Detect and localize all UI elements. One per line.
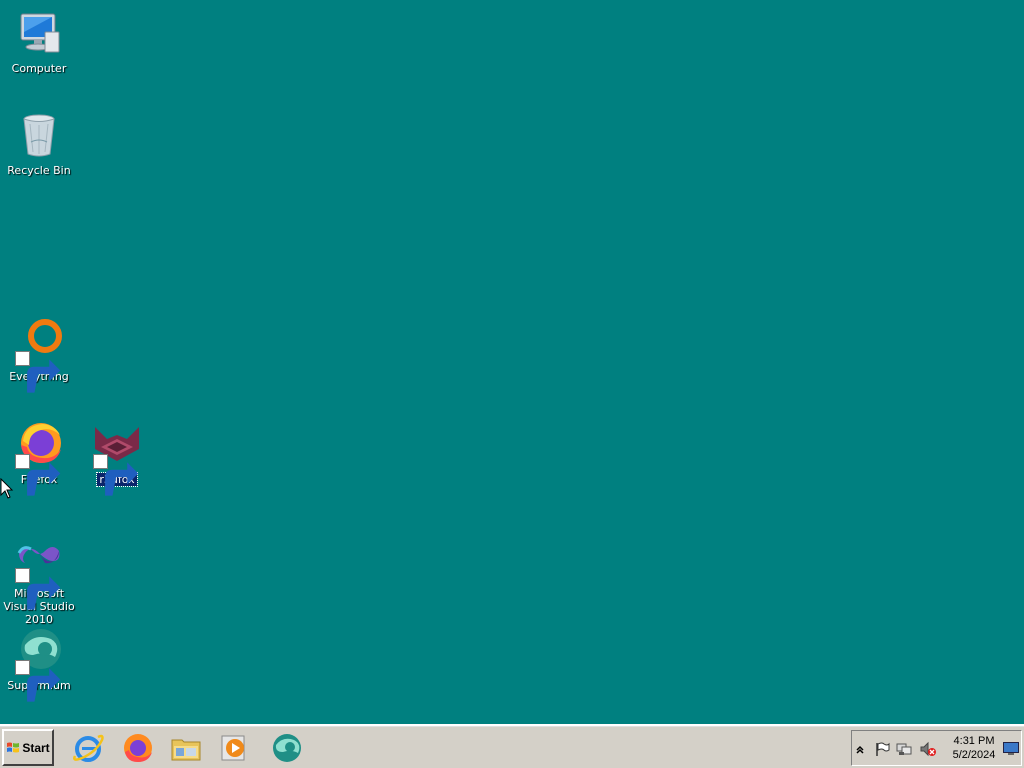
shortcut-arrow-icon — [15, 660, 61, 702]
start-button[interactable]: Start — [2, 729, 54, 766]
action-center-flag-icon[interactable] — [874, 741, 890, 757]
internet-explorer-icon — [73, 734, 104, 762]
everything-icon — [15, 318, 63, 393]
shortcut-arrow-icon — [15, 351, 61, 393]
volume-muted-icon[interactable] — [920, 741, 936, 757]
quicklaunch-file-explorer[interactable] — [168, 730, 204, 766]
desktop-icon-supermium[interactable]: Supermium — [0, 627, 78, 702]
firefox-icon — [124, 734, 152, 762]
desktop-icon-label: Computer — [11, 62, 67, 75]
shortcut-arrow-icon — [15, 568, 61, 610]
desktop-icon-recycle-bin[interactable]: Recycle Bin — [0, 112, 78, 177]
shortcut-arrow-icon — [15, 454, 61, 496]
show-hidden-icons-icon[interactable] — [852, 741, 868, 757]
computer-icon — [15, 10, 63, 58]
desktop-icon-computer[interactable]: Computer — [0, 10, 78, 75]
quicklaunch-internet-explorer[interactable] — [70, 730, 106, 766]
network-icon[interactable] — [896, 741, 912, 757]
supermium-icon — [273, 734, 301, 762]
recycle-bin-icon — [15, 112, 63, 160]
desktop-icon-visual-studio[interactable]: Microsoft Visual Studio 2010 — [0, 535, 78, 626]
desktop[interactable]: Computer Recycle Bin Everything Firefox … — [0, 0, 1024, 724]
visual-studio-icon — [15, 535, 63, 610]
desktop-icon-everything[interactable]: Everything — [0, 318, 78, 393]
taskbar: Start 4:31 PM 5/2/2024 — [0, 724, 1024, 768]
show-desktop-icon[interactable] — [1003, 741, 1019, 755]
desktop-icon-r3dfox[interactable]: r3dfox — [78, 421, 156, 496]
clock[interactable]: 4:31 PM 5/2/2024 — [948, 734, 1000, 762]
quicklaunch-supermium[interactable] — [268, 730, 304, 766]
r3dfox-icon — [93, 421, 141, 496]
clock-time: 4:31 PM — [953, 735, 995, 747]
clock-date: 5/2/2024 — [952, 749, 996, 761]
desktop-icon-label: Recycle Bin — [7, 164, 71, 177]
shortcut-arrow-icon — [93, 454, 139, 496]
folder-icon — [171, 739, 201, 761]
mouse-cursor-icon — [0, 478, 14, 499]
quicklaunch-firefox[interactable] — [119, 730, 155, 766]
supermium-icon — [15, 627, 63, 702]
windows-logo-icon — [7, 742, 20, 752]
desktop-icon-firefox[interactable]: Firefox — [0, 421, 78, 496]
quicklaunch-media-player[interactable] — [217, 730, 253, 766]
media-player-icon — [221, 735, 245, 761]
system-tray: 4:31 PM 5/2/2024 — [851, 730, 1022, 766]
firefox-icon — [15, 421, 63, 496]
start-label: Start — [22, 740, 50, 755]
